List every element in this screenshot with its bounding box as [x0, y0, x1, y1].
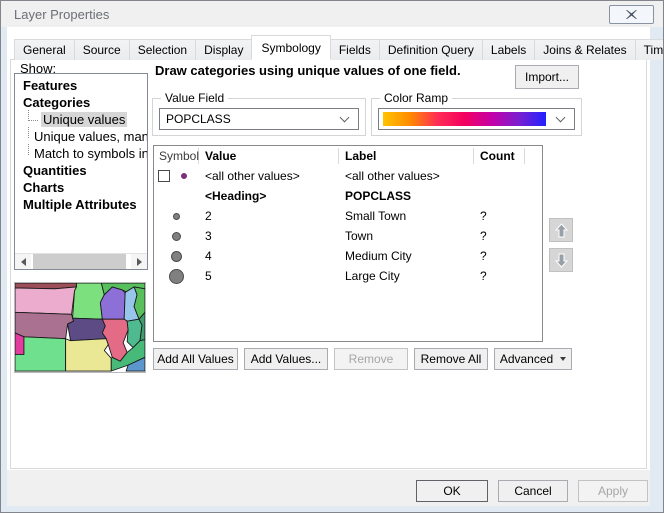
color-ramp-swatch: [383, 112, 546, 126]
tree-branch-icon: [28, 144, 29, 155]
row-label: Large City: [339, 269, 474, 283]
row-value: 5: [199, 269, 339, 283]
map-preview-image: [15, 283, 145, 372]
value-field-value: POPCLASS: [160, 112, 341, 126]
add-all-values-button[interactable]: Add All Values: [153, 348, 238, 370]
tree-branch-icon: [28, 110, 38, 121]
table-row[interactable]: 2 Small Town ?: [154, 206, 542, 226]
all-other-values-symbol[interactable]: [181, 173, 187, 179]
advanced-button[interactable]: Advanced: [494, 348, 572, 370]
show-item-features[interactable]: Features: [21, 77, 147, 94]
show-item-match-to-symbols[interactable]: Match to symbols in a: [21, 145, 147, 162]
scrollbar-track[interactable]: [31, 254, 131, 270]
import-button[interactable]: Import...: [515, 65, 579, 89]
symbology-map-preview: [14, 282, 146, 373]
row-label: Small Town: [339, 209, 474, 223]
row-value: <Heading>: [199, 189, 339, 203]
tab-display[interactable]: Display: [195, 39, 252, 60]
apply-button[interactable]: Apply: [578, 480, 648, 502]
title-bar[interactable]: Layer Properties: [1, 1, 663, 27]
tab-source[interactable]: Source: [74, 39, 130, 60]
row-count: ?: [474, 249, 525, 263]
add-values-button[interactable]: Add Values...: [244, 348, 328, 370]
tab-time[interactable]: Time: [635, 39, 664, 60]
table-header-row[interactable]: Symbol Value Label Count: [154, 146, 542, 166]
show-tree: Features Categories Unique values Unique…: [15, 74, 147, 213]
unique-values-table: Symbol Value Label Count <all other valu…: [153, 145, 543, 342]
color-ramp-combobox[interactable]: [378, 108, 575, 130]
value-field-group: Value Field POPCLASS: [152, 98, 366, 136]
arrow-down-icon: [555, 253, 568, 268]
chevron-down-icon: [556, 112, 566, 122]
tab-fields[interactable]: Fields: [330, 39, 380, 60]
layer-properties-dialog: Layer Properties General Source Selectio…: [0, 0, 664, 513]
show-item-multiple-attributes[interactable]: Multiple Attributes: [21, 196, 147, 213]
color-ramp-group: Color Ramp: [371, 98, 582, 136]
tree-branch-icon: [28, 127, 29, 138]
row-label: Medium City: [339, 249, 474, 263]
row-label: Town: [339, 229, 474, 243]
tab-general[interactable]: General: [14, 39, 75, 60]
chevron-down-icon: [340, 112, 350, 122]
value-field-combobox[interactable]: POPCLASS: [159, 108, 359, 130]
ok-button[interactable]: OK: [416, 480, 488, 502]
show-item-categories[interactable]: Categories: [21, 94, 147, 111]
table-row[interactable]: 3 Town ?: [154, 226, 542, 246]
column-header-value[interactable]: Value: [199, 148, 339, 164]
show-item-charts[interactable]: Charts: [21, 179, 147, 196]
show-item-unique-values-many[interactable]: Unique values, many: [21, 128, 147, 145]
scrollbar-thumb[interactable]: [33, 254, 126, 270]
table-row[interactable]: <all other values> <all other values>: [154, 166, 542, 186]
advanced-label: Advanced: [500, 352, 553, 366]
class-symbol[interactable]: [173, 213, 180, 220]
cancel-button[interactable]: Cancel: [498, 480, 568, 502]
close-button[interactable]: [609, 5, 654, 24]
window-title: Layer Properties: [14, 7, 109, 22]
instruction-text: Draw categories using unique values of o…: [155, 63, 461, 78]
color-ramp-label: Color Ramp: [380, 91, 452, 105]
column-header-count[interactable]: Count: [474, 148, 525, 164]
class-symbol[interactable]: [169, 269, 184, 284]
row-value: 3: [199, 229, 339, 243]
scroll-right-icon[interactable]: [131, 254, 147, 270]
close-icon: [626, 10, 637, 19]
class-symbol[interactable]: [171, 251, 182, 262]
all-other-values-checkbox[interactable]: [158, 170, 170, 182]
remove-button[interactable]: Remove: [334, 348, 408, 370]
row-value: 2: [199, 209, 339, 223]
move-down-button[interactable]: [549, 248, 573, 272]
row-count: ?: [474, 269, 525, 283]
row-label: <all other values>: [339, 169, 474, 183]
show-item-quantities[interactable]: Quantities: [21, 162, 147, 179]
table-row[interactable]: 5 Large City ?: [154, 266, 542, 286]
show-item-unique-values[interactable]: Unique values: [21, 111, 147, 128]
tab-labels[interactable]: Labels: [482, 39, 535, 60]
row-count: ?: [474, 209, 525, 223]
class-symbol[interactable]: [172, 232, 181, 241]
caret-down-icon: [560, 357, 566, 361]
move-up-button[interactable]: [549, 218, 573, 242]
row-count: ?: [474, 229, 525, 243]
arrow-up-icon: [555, 223, 568, 238]
table-row[interactable]: <Heading> POPCLASS: [154, 186, 542, 206]
value-field-label: Value Field: [161, 91, 228, 105]
row-label: POPCLASS: [339, 189, 474, 203]
row-value: 4: [199, 249, 339, 263]
tab-selection[interactable]: Selection: [129, 39, 196, 60]
remove-all-button[interactable]: Remove All: [414, 348, 488, 370]
column-header-symbol[interactable]: Symbol: [154, 148, 199, 164]
show-horizontal-scrollbar[interactable]: [15, 253, 147, 269]
tab-joins-relates[interactable]: Joins & Relates: [534, 39, 635, 60]
column-header-label[interactable]: Label: [339, 148, 474, 164]
row-value: <all other values>: [199, 169, 339, 183]
scroll-left-icon[interactable]: [15, 254, 31, 270]
tab-symbology[interactable]: Symbology: [251, 35, 330, 60]
tab-definition-query[interactable]: Definition Query: [379, 39, 483, 60]
table-row[interactable]: 4 Medium City ?: [154, 246, 542, 266]
tab-strip: General Source Selection Display Symbolo…: [14, 35, 664, 60]
show-listbox: Features Categories Unique values Unique…: [14, 73, 148, 270]
